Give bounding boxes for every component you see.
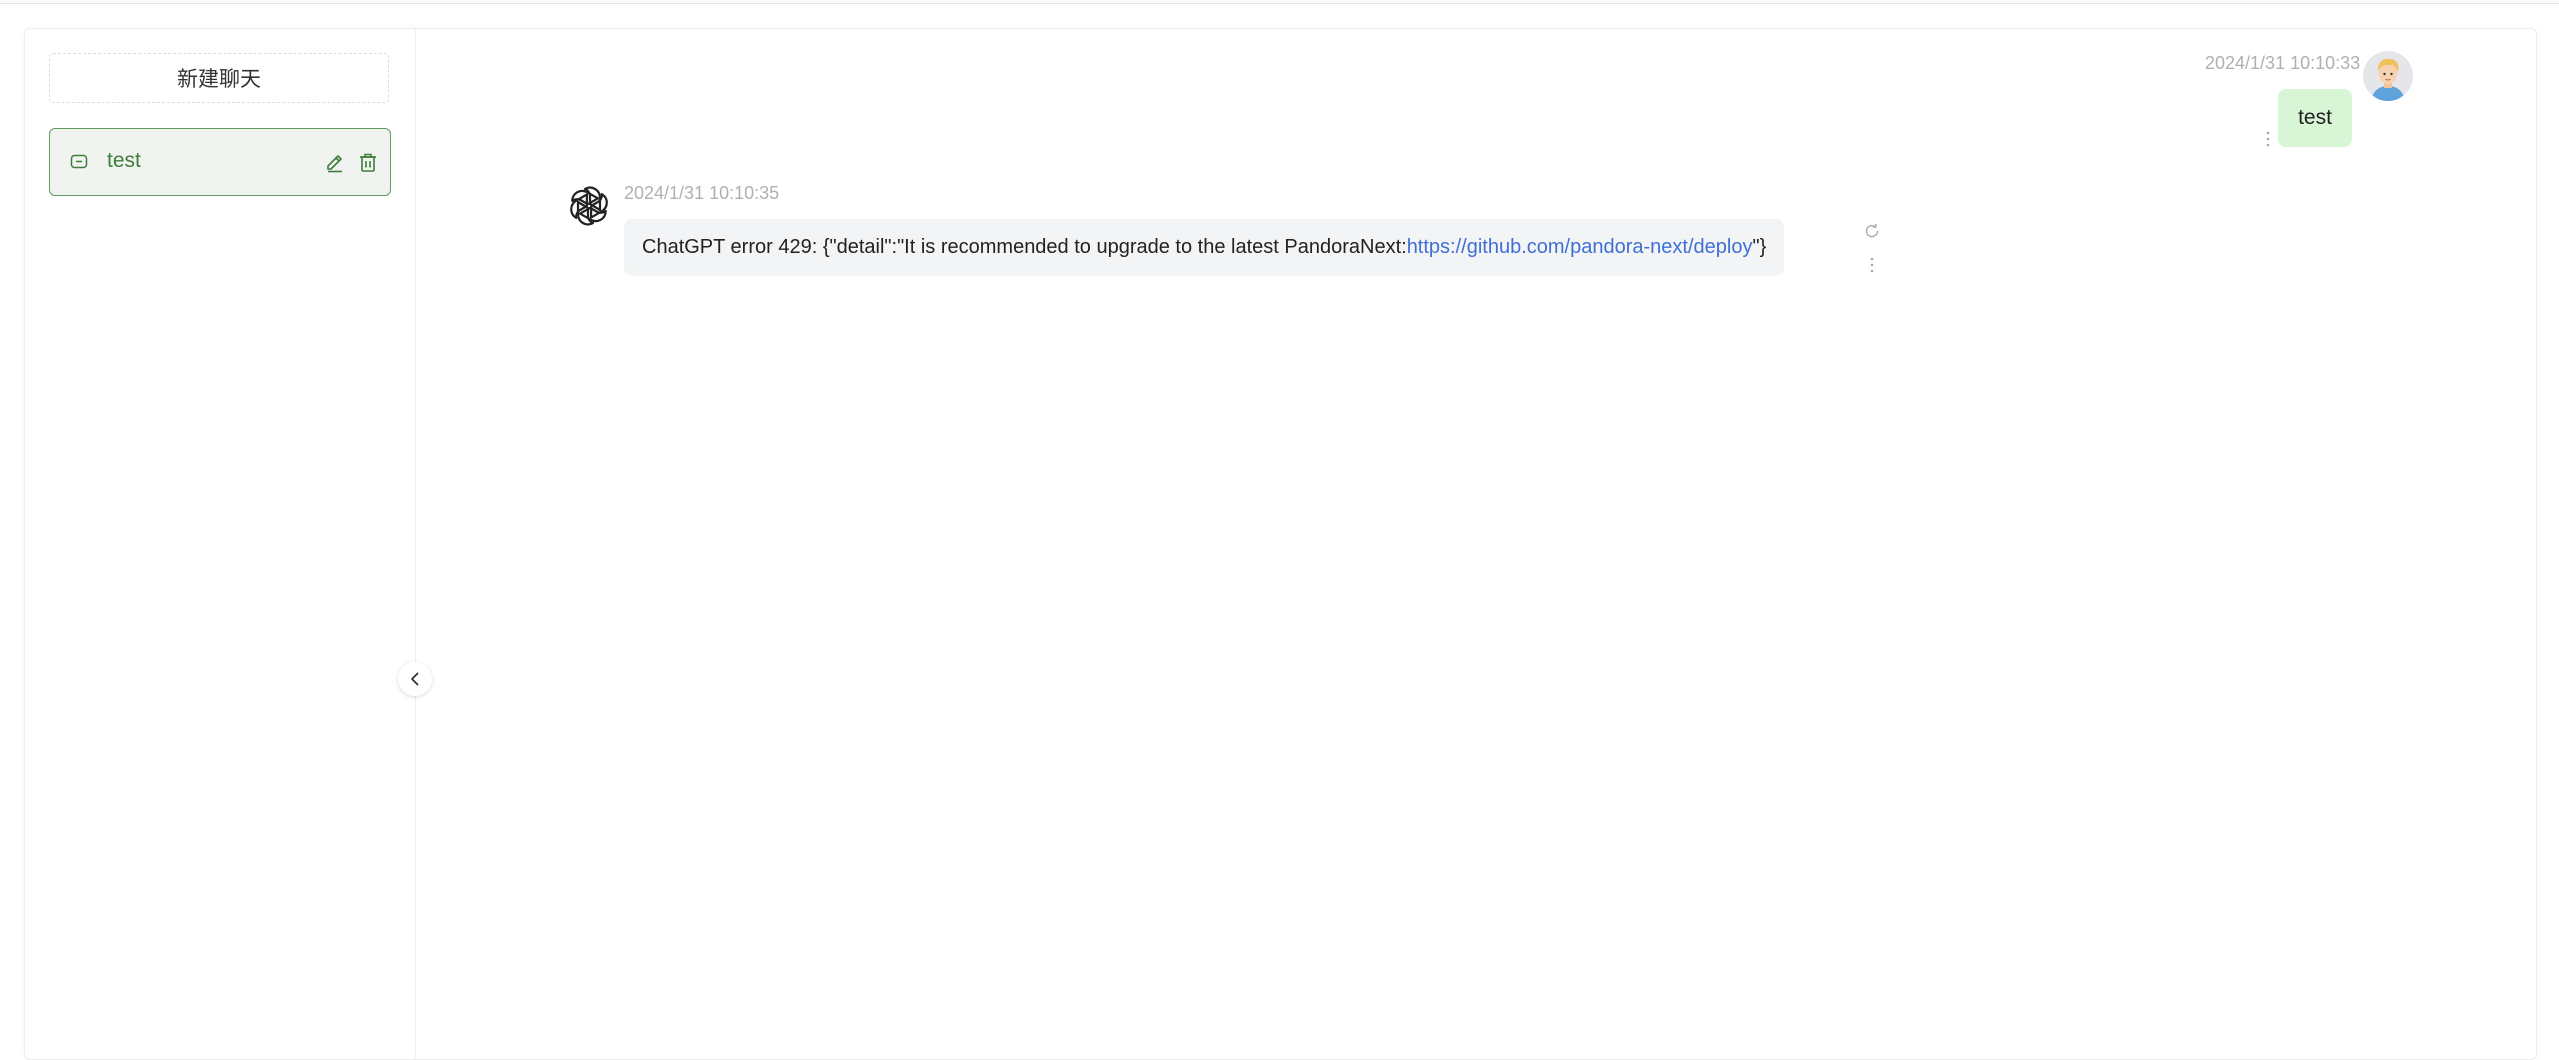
assistant-message-text: ChatGPT error 429: {"detail":"It is reco… bbox=[642, 236, 1407, 258]
deploy-link[interactable]: https://github.com/pandora-next/deploy bbox=[1407, 236, 1753, 259]
chat-main: 2024/1/31 10:10:33 test 2024/1/31 10:10:… bbox=[416, 29, 2536, 1059]
chat-app: 新建聊天 test 2024/1/31 10:10:33 test 2024/1… bbox=[24, 28, 2537, 1060]
more-vertical-icon[interactable] bbox=[2263, 129, 2273, 149]
top-border bbox=[0, 0, 2559, 4]
user-message-bubble: test bbox=[2278, 89, 2352, 147]
assistant-message-text-end: "} bbox=[1752, 236, 1767, 258]
refresh-icon[interactable] bbox=[1863, 222, 1881, 240]
chat-bubble-icon bbox=[70, 154, 88, 169]
chat-item-title: test bbox=[107, 149, 141, 172]
openai-logo-icon bbox=[566, 186, 612, 226]
chat-list-item[interactable]: test bbox=[49, 128, 391, 196]
sidebar: 新建聊天 test bbox=[25, 29, 416, 1059]
assistant-message-timestamp: 2024/1/31 10:10:35 bbox=[624, 183, 780, 203]
assistant-message-bubble: ChatGPT error 429: {"detail":"It is reco… bbox=[624, 219, 1785, 276]
user-avatar bbox=[2363, 51, 2413, 101]
user-message-timestamp: 2024/1/31 10:10:33 bbox=[2205, 53, 2361, 73]
more-vertical-icon[interactable] bbox=[1867, 255, 1877, 275]
pencil-icon[interactable] bbox=[324, 152, 346, 174]
trash-icon[interactable] bbox=[357, 152, 379, 174]
new-chat-button[interactable]: 新建聊天 bbox=[49, 53, 389, 103]
